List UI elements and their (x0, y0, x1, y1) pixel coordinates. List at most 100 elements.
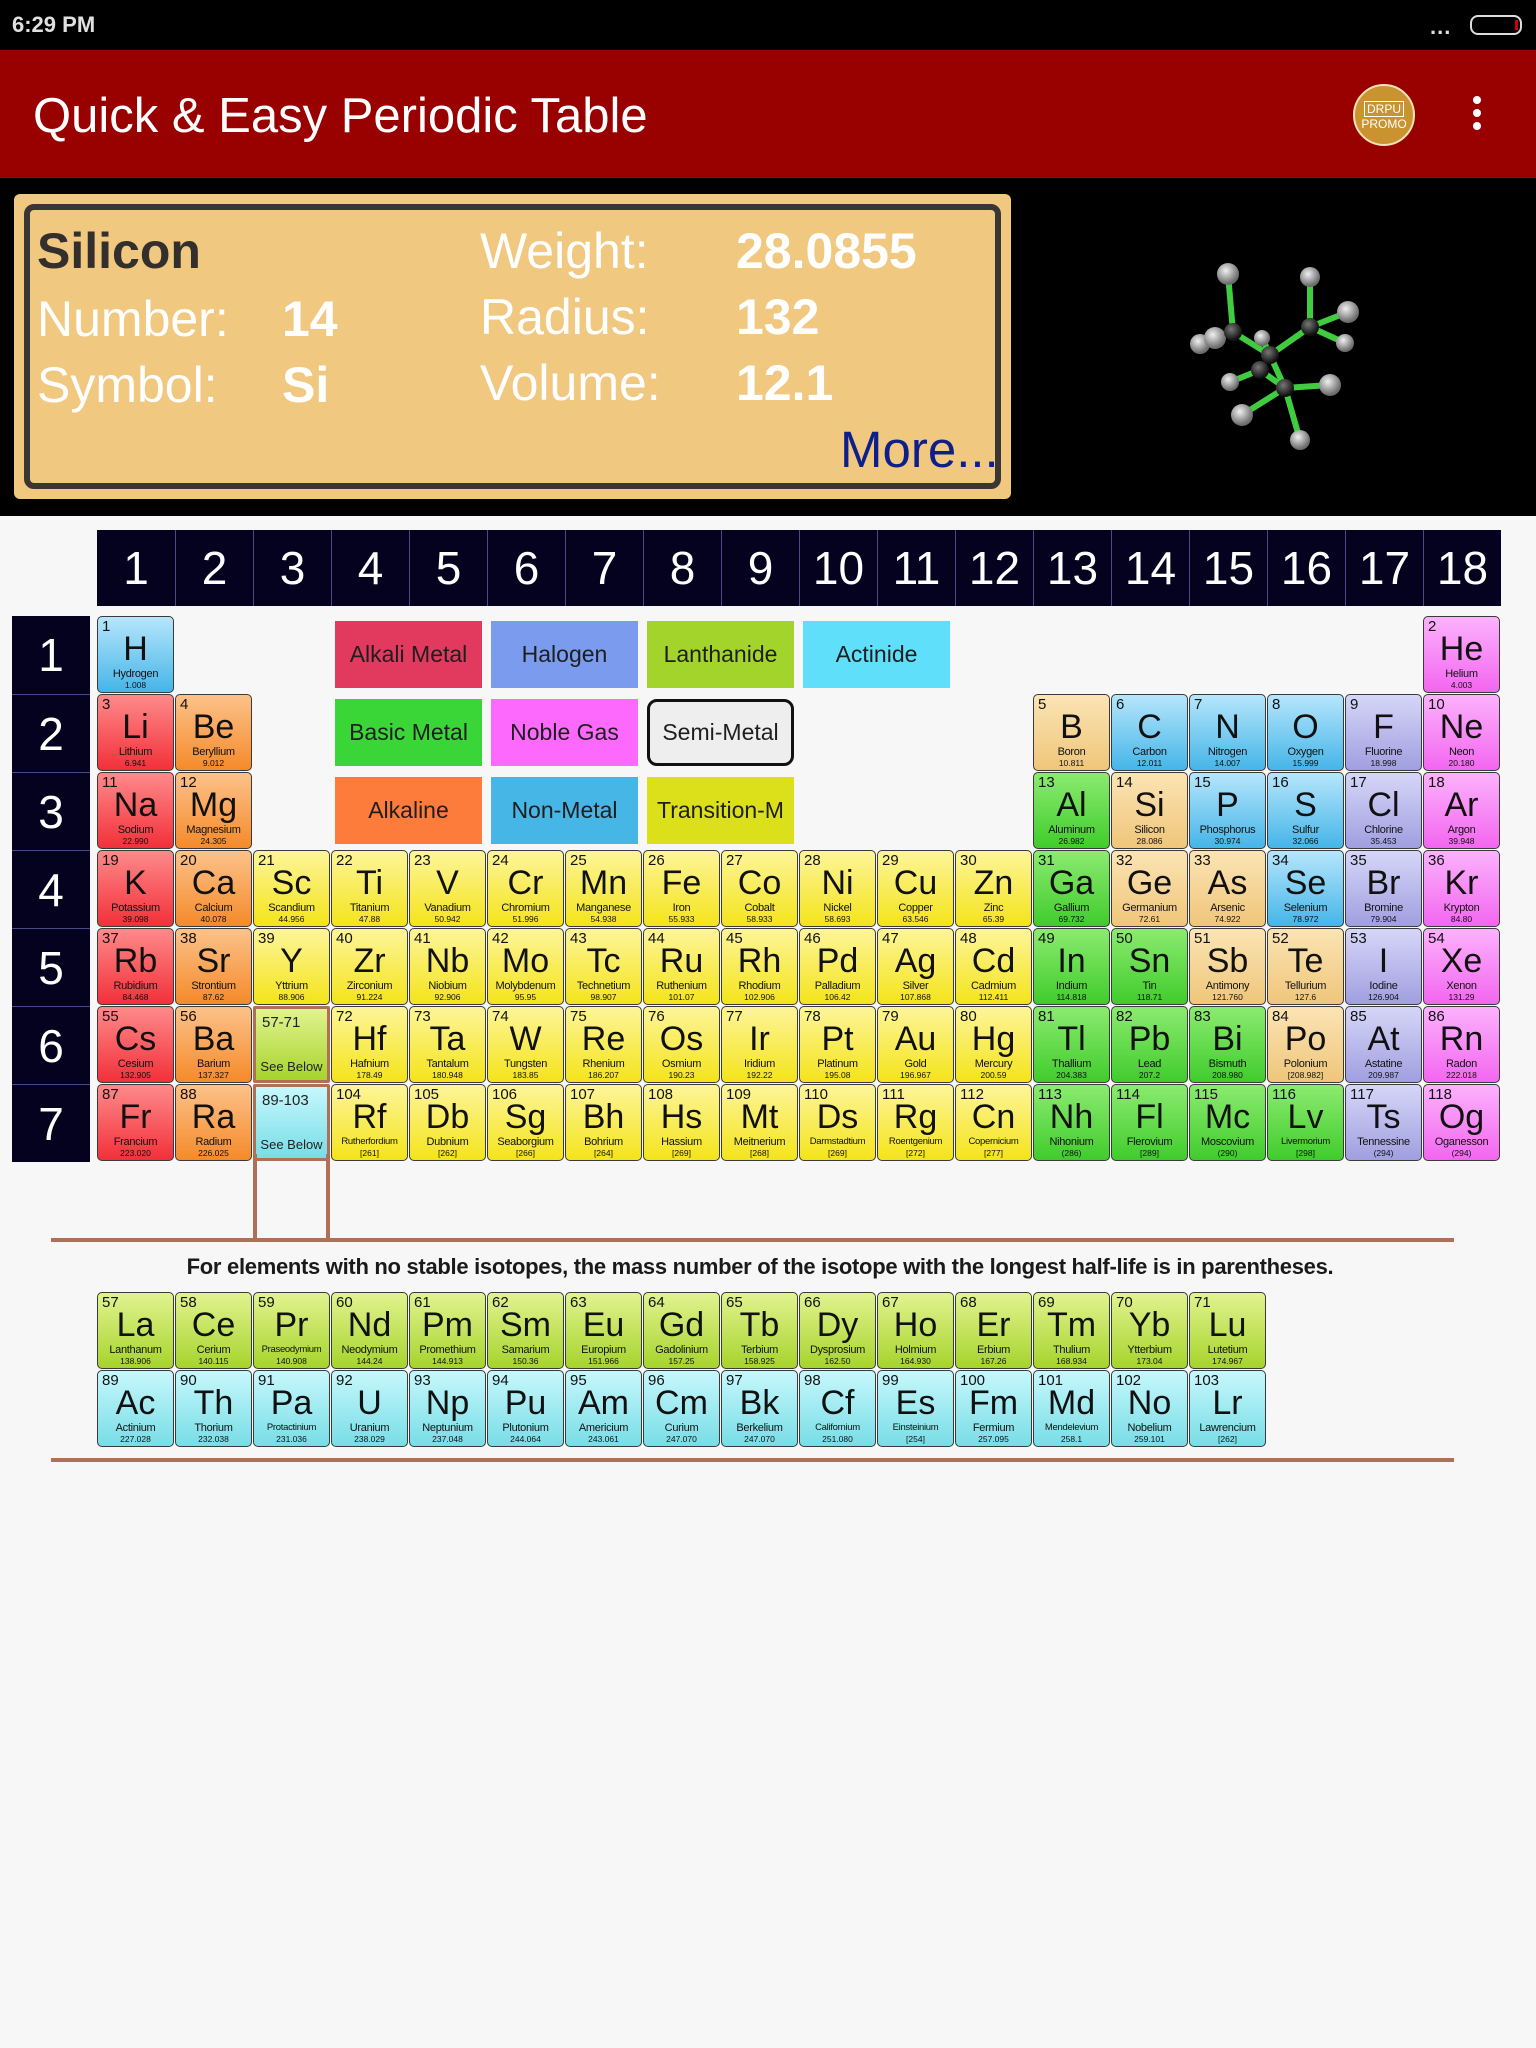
element-es[interactable]: 99 Es Einsteinium [254] (877, 1370, 954, 1447)
legend-alkaline[interactable]: Alkaline (335, 777, 482, 844)
element-rg[interactable]: 111 Rg Roentgenium [272] (877, 1084, 954, 1161)
element-si[interactable]: 14 Si Silicon 28.086 (1111, 772, 1188, 849)
element-hg[interactable]: 80 Hg Mercury 200.59 (955, 1006, 1032, 1083)
element-ts[interactable]: 117 Ts Tennessine (294) (1345, 1084, 1422, 1161)
element-b[interactable]: 5 B Boron 10.811 (1033, 694, 1110, 771)
element-nd[interactable]: 60 Nd Neodymium 144.24 (331, 1292, 408, 1369)
element-no[interactable]: 102 No Nobelium 259.101 (1111, 1370, 1188, 1447)
element-np[interactable]: 93 Np Neptunium 237.048 (409, 1370, 486, 1447)
element-fe[interactable]: 26 Fe Iron 55.933 (643, 850, 720, 927)
element-hf[interactable]: 72 Hf Hafnium 178.49 (331, 1006, 408, 1083)
element-tb[interactable]: 65 Tb Terbium 158.925 (721, 1292, 798, 1369)
element-sn[interactable]: 50 Sn Tin 118.71 (1111, 928, 1188, 1005)
element-ag[interactable]: 47 Ag Silver 107.868 (877, 928, 954, 1005)
element-tl[interactable]: 81 Tl Thallium 204.383 (1033, 1006, 1110, 1083)
element-pa[interactable]: 91 Pa Protactinium 231.036 (253, 1370, 330, 1447)
element-sr[interactable]: 38 Sr Strontium 87.62 (175, 928, 252, 1005)
element-ru[interactable]: 44 Ru Ruthenium 101.07 (643, 928, 720, 1005)
element-au[interactable]: 79 Au Gold 196.967 (877, 1006, 954, 1083)
element-re[interactable]: 75 Re Rhenium 186.207 (565, 1006, 642, 1083)
element-rb[interactable]: 37 Rb Rubidium 84.468 (97, 928, 174, 1005)
element-li[interactable]: 3 Li Lithium 6.941 (97, 694, 174, 771)
element-og[interactable]: 118 Og Oganesson (294) (1423, 1084, 1500, 1161)
legend-transition-m[interactable]: Transition-M (647, 777, 794, 844)
element-ir[interactable]: 77 Ir Iridium 192.22 (721, 1006, 798, 1083)
element-mt[interactable]: 109 Mt Meitnerium [268] (721, 1084, 798, 1161)
element-cd[interactable]: 48 Cd Cadmium 112.411 (955, 928, 1032, 1005)
element-f[interactable]: 9 F Fluorine 18.998 (1345, 694, 1422, 771)
element-c[interactable]: 6 C Carbon 12.011 (1111, 694, 1188, 771)
element-rf[interactable]: 104 Rf Rutherfordium [261] (331, 1084, 408, 1161)
element-w[interactable]: 74 W Tungsten 183.85 (487, 1006, 564, 1083)
element-ac[interactable]: 89 Ac Actinium 227.028 (97, 1370, 174, 1447)
element-i[interactable]: 53 I Iodine 126.904 (1345, 928, 1422, 1005)
element-sc[interactable]: 21 Sc Scandium 44.956 (253, 850, 330, 927)
element-os[interactable]: 76 Os Osmium 190.23 (643, 1006, 720, 1083)
element-lr[interactable]: 103 Lr Lawrencium [262] (1189, 1370, 1266, 1447)
element-ta[interactable]: 73 Ta Tantalum 180.948 (409, 1006, 486, 1083)
element-u[interactable]: 92 U Uranium 238.029 (331, 1370, 408, 1447)
element-cl[interactable]: 17 Cl Chlorine 35.453 (1345, 772, 1422, 849)
more-info-link[interactable]: More... (840, 420, 999, 479)
element-o[interactable]: 8 O Oxygen 15.999 (1267, 694, 1344, 771)
element-er[interactable]: 68 Er Erbium 167.26 (955, 1292, 1032, 1369)
element-hs[interactable]: 108 Hs Hassium [269] (643, 1084, 720, 1161)
legend-basic-metal[interactable]: Basic Metal (335, 699, 482, 766)
element-mo[interactable]: 42 Mo Molybdenum 95.95 (487, 928, 564, 1005)
element-se[interactable]: 34 Se Selenium 78.972 (1267, 850, 1344, 927)
element-cm[interactable]: 96 Cm Curium 247.070 (643, 1370, 720, 1447)
element-in[interactable]: 49 In Indium 114.818 (1033, 928, 1110, 1005)
legend-lanthanide[interactable]: Lanthanide (647, 621, 794, 688)
element-cn[interactable]: 112 Cn Copernicium [277] (955, 1084, 1032, 1161)
element-mc[interactable]: 115 Mc Moscovium (290) (1189, 1084, 1266, 1161)
element-cr[interactable]: 24 Cr Chromium 51.996 (487, 850, 564, 927)
element-te[interactable]: 52 Te Tellurium 127.6 (1267, 928, 1344, 1005)
promo-button[interactable]: DRPU PROMO (1353, 84, 1415, 146)
element-la[interactable]: 57 La Lanthanum 138.906 (97, 1292, 174, 1369)
element-cs[interactable]: 55 Cs Cesium 132.905 (97, 1006, 174, 1083)
element-pd[interactable]: 46 Pd Palladium 106.42 (799, 928, 876, 1005)
element-mg[interactable]: 12 Mg Magnesium 24.305 (175, 772, 252, 849)
element-ho[interactable]: 67 Ho Holmium 164.930 (877, 1292, 954, 1369)
legend-noble-gas[interactable]: Noble Gas (491, 699, 638, 766)
element-zn[interactable]: 30 Zn Zinc 65.39 (955, 850, 1032, 927)
element-bi[interactable]: 83 Bi Bismuth 208.980 (1189, 1006, 1266, 1083)
element-v[interactable]: 23 V Vanadium 50.942 (409, 850, 486, 927)
element-eu[interactable]: 63 Eu Europium 151.966 (565, 1292, 642, 1369)
element-ne[interactable]: 10 Ne Neon 20.180 (1423, 694, 1500, 771)
element-po[interactable]: 84 Po Polonium [208.982] (1267, 1006, 1344, 1083)
element-s[interactable]: 16 S Sulfur 32.066 (1267, 772, 1344, 849)
element-lu[interactable]: 71 Lu Lutetium 174.967 (1189, 1292, 1266, 1369)
element-ba[interactable]: 56 Ba Barium 137.327 (175, 1006, 252, 1083)
element-be[interactable]: 4 Be Beryllium 9.012 (175, 694, 252, 771)
element-ca[interactable]: 20 Ca Calcium 40.078 (175, 850, 252, 927)
element-lv[interactable]: 116 Lv Livermorium [298] (1267, 1084, 1344, 1161)
element-he[interactable]: 2 He Helium 4.003 (1423, 616, 1500, 693)
element-pr[interactable]: 59 Pr Praseodymium 140.908 (253, 1292, 330, 1369)
element-rn[interactable]: 86 Rn Radon 222.018 (1423, 1006, 1500, 1083)
element-xe[interactable]: 54 Xe Xenon 131.29 (1423, 928, 1500, 1005)
element-mn[interactable]: 25 Mn Manganese 54.938 (565, 850, 642, 927)
legend-alkali-metal[interactable]: Alkali Metal (335, 621, 482, 688)
element-ds[interactable]: 110 Ds Darmstadtium [269] (799, 1084, 876, 1161)
element-n[interactable]: 7 N Nitrogen 14.007 (1189, 694, 1266, 771)
placeholder-89-103[interactable]: 89-103 See Below (253, 1084, 330, 1161)
element-ni[interactable]: 28 Ni Nickel 58.693 (799, 850, 876, 927)
element-bh[interactable]: 107 Bh Bohrium [264] (565, 1084, 642, 1161)
element-pm[interactable]: 61 Pm Promethium 144.913 (409, 1292, 486, 1369)
element-md[interactable]: 101 Md Mendelevium 258.1 (1033, 1370, 1110, 1447)
element-th[interactable]: 90 Th Thorium 232.038 (175, 1370, 252, 1447)
element-yb[interactable]: 70 Yb Ytterbium 173.04 (1111, 1292, 1188, 1369)
element-ti[interactable]: 22 Ti Titanium 47.88 (331, 850, 408, 927)
element-co[interactable]: 27 Co Cobalt 58.933 (721, 850, 798, 927)
element-dy[interactable]: 66 Dy Dysprosium 162.50 (799, 1292, 876, 1369)
element-ga[interactable]: 31 Ga Gallium 69.732 (1033, 850, 1110, 927)
element-ce[interactable]: 58 Ce Cerium 140.115 (175, 1292, 252, 1369)
element-nh[interactable]: 113 Nh Nihonium (286) (1033, 1084, 1110, 1161)
element-am[interactable]: 95 Am Americium 243.061 (565, 1370, 642, 1447)
element-h[interactable]: 1 H Hydrogen 1.008 (97, 616, 174, 693)
element-al[interactable]: 13 Al Aluminum 26.982 (1033, 772, 1110, 849)
element-cf[interactable]: 98 Cf Californium 251.080 (799, 1370, 876, 1447)
element-pb[interactable]: 82 Pb Lead 207.2 (1111, 1006, 1188, 1083)
element-db[interactable]: 105 Db Dubnium [262] (409, 1084, 486, 1161)
